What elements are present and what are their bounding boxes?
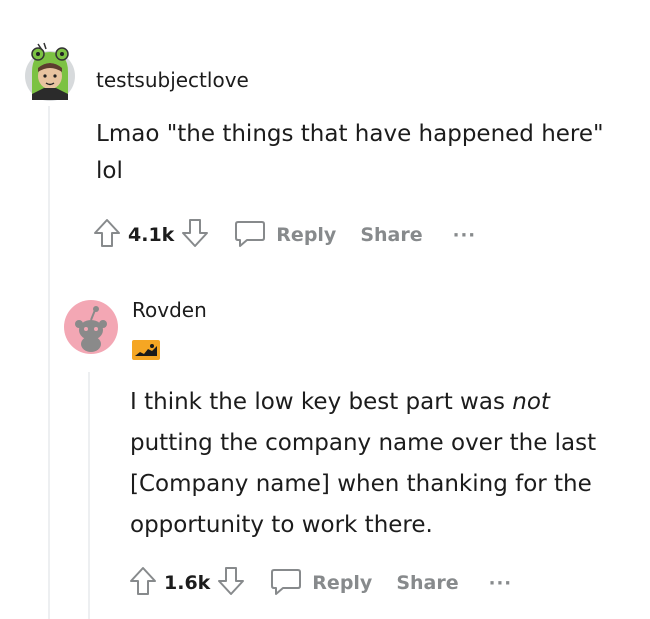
flair-icon [132, 340, 160, 360]
frog-avatar-icon [25, 42, 75, 101]
avatar[interactable] [24, 42, 76, 102]
vote-score: 1.6k [164, 572, 211, 594]
thread-line-main[interactable] [48, 106, 50, 619]
downvote-icon[interactable] [180, 217, 210, 253]
more-options-button[interactable]: ··· [489, 573, 513, 594]
reply-label: Reply [312, 572, 373, 594]
thread-line-reply[interactable] [88, 372, 90, 619]
upvote-icon[interactable] [128, 565, 158, 601]
comment-actions: 4.1k Reply Share ··· [92, 218, 476, 252]
upvote-icon[interactable] [92, 217, 122, 253]
comment-body: I think the low key best part was not pu… [130, 382, 610, 546]
downvote-icon[interactable] [216, 565, 246, 601]
user-flair [132, 340, 160, 360]
comment-body: Lmao "the things that have happened here… [96, 121, 604, 184]
vote-score: 4.1k [128, 224, 175, 246]
share-button[interactable]: Share [396, 572, 458, 594]
reply-label: Reply [276, 224, 337, 246]
comment-text-part: I think the low key best part was [130, 389, 513, 415]
comment-author[interactable]: testsubjectlove [96, 68, 249, 92]
share-button[interactable]: Share [360, 224, 422, 246]
comment-author[interactable]: Rovden [132, 298, 207, 322]
avatar[interactable] [64, 300, 118, 354]
comment-actions: 1.6k Reply Share ··· [128, 566, 512, 600]
comment-text-emphasis: not [512, 389, 550, 415]
more-options-button[interactable]: ··· [453, 225, 477, 246]
comment-bubble-icon [234, 218, 266, 252]
reply-button[interactable]: Reply [234, 218, 336, 252]
comment-bubble-icon [270, 566, 302, 600]
comment-text-part: putting the company name over the last [… [130, 430, 597, 538]
reply-button[interactable]: Reply [270, 566, 372, 600]
snoo-avatar-icon [64, 300, 118, 354]
